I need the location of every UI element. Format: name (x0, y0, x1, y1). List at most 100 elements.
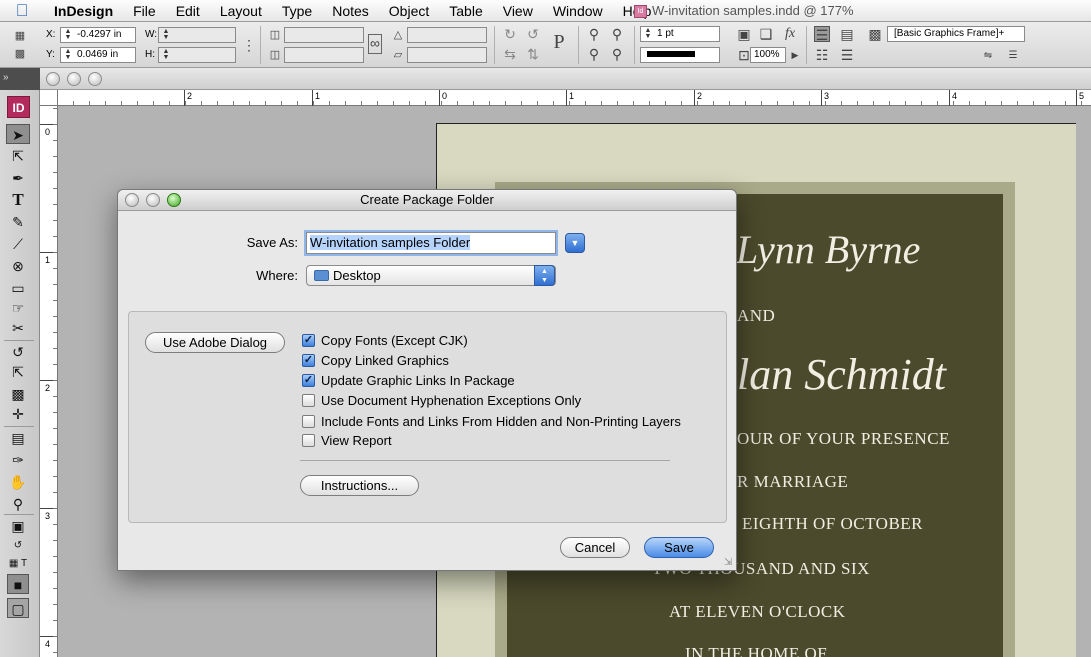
cancel-button[interactable]: Cancel (560, 537, 630, 558)
select-content-icon[interactable]: ⚲ (609, 26, 625, 42)
selection-tool-icon[interactable]: ➤ (6, 124, 30, 144)
link-scale-icon[interactable]: ∞ (368, 34, 382, 54)
pen-tool-icon[interactable]: ✒ (6, 168, 30, 188)
reference-point-icon[interactable]: ▦ (12, 28, 28, 44)
menu-indesign[interactable]: InDesign (44, 0, 123, 22)
menu-notes[interactable]: Notes (322, 0, 379, 22)
instructions-button[interactable]: Instructions... (300, 475, 419, 496)
checkbox-icon[interactable] (302, 393, 315, 407)
text-wrap-none-icon[interactable]: ☰ (814, 26, 830, 43)
type-tool-icon[interactable]: T (6, 190, 30, 210)
reference-grid-icon[interactable]: ▩ (12, 46, 28, 62)
fill-icon[interactable]: ▣ (736, 26, 752, 42)
collapse-icon[interactable]: » (3, 72, 9, 83)
y-position-field[interactable]: ▲ ▼ 0.0469 in (60, 47, 136, 63)
pencil-tool-icon[interactable]: ✎ (6, 212, 30, 232)
drop-shadow-icon[interactable]: ❑ (758, 26, 774, 42)
opacity-arrow-icon[interactable]: ▶ (787, 47, 803, 63)
x-stepper-icon[interactable]: ▲ ▼ (63, 28, 73, 41)
menu-type[interactable]: Type (272, 0, 322, 22)
wrap-shape-icon[interactable]: ☷ (814, 47, 830, 63)
rotate-tool-icon[interactable]: ↺ (6, 342, 30, 362)
option-hyphenation-exceptions[interactable]: Use Document Hyphenation Exceptions Only (302, 391, 581, 409)
stroke-type-dropdown[interactable] (640, 47, 720, 63)
menu-view[interactable]: View (493, 0, 543, 22)
checkbox-checked-icon[interactable]: ✓ (302, 373, 315, 387)
flip-h-icon[interactable]: ⇆ (502, 46, 518, 62)
x-position-field[interactable]: ▲ ▼ -0.4297 in (60, 27, 136, 43)
swap-fill-stroke-icon[interactable]: ↺ (6, 536, 30, 556)
select-previous-icon[interactable]: ⚲ (586, 46, 602, 62)
effects-icon[interactable]: fx (782, 26, 798, 42)
tools-panel-header[interactable]: » (0, 68, 40, 90)
note-tool-icon[interactable]: ▤ (6, 428, 30, 448)
rotate-ccw-icon[interactable]: ↺ (525, 26, 541, 42)
rotation-field[interactable] (407, 27, 487, 43)
checkbox-icon[interactable] (302, 414, 315, 428)
ruler-origin[interactable] (40, 90, 58, 106)
eyedropper-tool-icon[interactable]: ✑ (6, 450, 30, 470)
rectangle-tool-icon[interactable]: ▭ (6, 278, 30, 298)
expand-browser-button[interactable]: ▼ (565, 233, 585, 253)
scale-x-field[interactable] (284, 27, 364, 43)
line-tool-icon[interactable]: ⟋ (6, 234, 30, 254)
where-dropdown[interactable]: Desktop ▲ ▼ (306, 265, 556, 286)
rectangle-frame-tool-icon[interactable]: ⊗ (6, 256, 30, 276)
flip-v-icon[interactable]: ⇅ (525, 46, 541, 62)
object-style-dropdown[interactable]: [Basic Graphics Frame]+ (887, 26, 1025, 42)
close-window-icon[interactable] (46, 72, 60, 86)
minimize-window-icon[interactable] (67, 72, 81, 86)
formatting-affects-icon[interactable]: ▦ T (6, 554, 30, 574)
checkbox-icon[interactable] (302, 433, 315, 447)
menu-window[interactable]: Window (543, 0, 613, 22)
checkbox-checked-icon[interactable]: ✓ (302, 353, 315, 367)
preview-mode-icon[interactable]: ▢ (7, 598, 29, 618)
option-view-report[interactable]: View Report (302, 431, 392, 449)
horizontal-ruler[interactable]: 2 1 0 1 2 3 4 5 (57, 90, 1091, 106)
rotate-cw-icon[interactable]: ↻ (502, 26, 518, 42)
use-adobe-dialog-button[interactable]: Use Adobe Dialog (145, 332, 285, 353)
constrain-proportions-icon[interactable]: ⋮ (241, 37, 257, 53)
free-transform-tool-icon[interactable]: ✛ (6, 404, 30, 424)
save-as-input[interactable]: W-invitation samples Folder (306, 232, 556, 254)
menu-layout[interactable]: Layout (210, 0, 272, 22)
hand-tool-icon[interactable]: ✋ (6, 472, 30, 492)
option-update-graphic-links[interactable]: ✓ Update Graphic Links In Package (302, 371, 515, 389)
select-container-icon[interactable]: ⚲ (586, 26, 602, 42)
option-hidden-layers[interactable]: Include Fonts and Links From Hidden and … (302, 412, 681, 430)
menu-table[interactable]: Table (439, 0, 492, 22)
panel-menu-icon[interactable]: ☰ (1005, 48, 1021, 64)
resize-grip-icon[interactable]: ⇲ (724, 558, 734, 568)
checkbox-checked-icon[interactable]: ✓ (302, 333, 315, 347)
select-next-icon[interactable]: ⚲ (609, 46, 625, 62)
option-copy-fonts[interactable]: ✓ Copy Fonts (Except CJK) (302, 331, 468, 349)
opacity-field[interactable]: 100% (750, 47, 786, 63)
width-field[interactable]: ▲ ▼ (158, 27, 236, 43)
height-field[interactable]: ▲ ▼ (158, 47, 236, 63)
shear-field[interactable] (407, 47, 487, 63)
scale-y-field[interactable] (284, 47, 364, 63)
fill-stroke-swatch-icon[interactable]: ▣ (6, 516, 30, 536)
normal-view-icon[interactable]: ■ (7, 574, 29, 594)
zoom-window-icon[interactable] (88, 72, 102, 86)
h-stepper-icon[interactable]: ▲ ▼ (161, 48, 171, 61)
menu-edit[interactable]: Edit (166, 0, 210, 22)
wrap-jump-icon[interactable]: ☰ (839, 47, 855, 63)
scissors-tool-icon[interactable]: ✂ (6, 318, 30, 338)
w-stepper-icon[interactable]: ▲ ▼ (161, 28, 171, 41)
y-stepper-icon[interactable]: ▲ ▼ (63, 48, 73, 61)
direct-selection-tool-icon[interactable]: ⇱ (6, 146, 30, 166)
zoom-tool-icon[interactable]: ⚲ (6, 494, 30, 514)
menu-file[interactable]: File (123, 0, 166, 22)
menu-object[interactable]: Object (379, 0, 439, 22)
scale-tool-icon[interactable]: ⇱ (6, 362, 30, 382)
stroke-weight-field[interactable]: ▲ ▼ 1 pt (640, 26, 720, 42)
button-tool-icon[interactable]: ☞ (6, 298, 30, 318)
save-button[interactable]: Save (644, 537, 714, 558)
clear-overrides-icon[interactable]: ⇋ (980, 48, 996, 64)
text-wrap-bbox-icon[interactable]: ▤ (839, 26, 855, 42)
vertical-ruler[interactable]: 0 1 2 3 4 (40, 106, 58, 657)
apple-menu-icon[interactable]:  (0, 1, 44, 21)
gradient-tool-icon[interactable]: ▩ (6, 384, 30, 404)
option-copy-linked-graphics[interactable]: ✓ Copy Linked Graphics (302, 351, 449, 369)
